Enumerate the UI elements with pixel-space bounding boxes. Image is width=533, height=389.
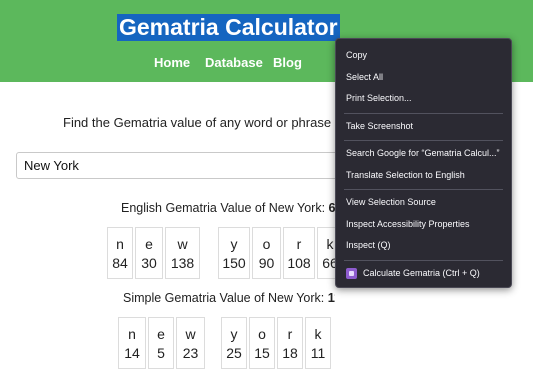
menu-item-select-all[interactable]: Select All: [336, 67, 511, 89]
context-menu: Copy Select All Print Selection... Take …: [335, 38, 512, 288]
letter-value: 18: [282, 345, 298, 361]
menu-item-calculate-gematria-label: Calculate Gematria (Ctrl + Q): [363, 267, 480, 278]
english-word-1: n 84 e 30 w 138: [107, 227, 200, 279]
letter-value: 25: [226, 345, 242, 361]
simple-label-text: Simple Gematria Value of New York:: [123, 291, 328, 305]
letter-cell: y 25: [221, 317, 247, 369]
letter-char: r: [296, 236, 302, 252]
letter-char: k: [314, 326, 322, 342]
menu-separator: [344, 112, 503, 114]
gematria-extension-icon: [346, 267, 357, 279]
letter-value: 150: [222, 255, 246, 271]
letter-cell: w 138: [165, 227, 200, 279]
letter-cell: k 66: [317, 227, 335, 279]
simple-word-2: y 25 o 15 r 18 k 11: [221, 317, 331, 369]
letter-char: o: [258, 326, 266, 342]
letter-char: n: [128, 326, 136, 342]
site-title[interactable]: Gematria Calculator: [117, 14, 340, 41]
menu-item-print-selection[interactable]: Print Selection...: [336, 88, 511, 110]
letter-cell: n 84: [107, 227, 133, 279]
letter-value: 84: [112, 255, 128, 271]
letter-char: n: [116, 236, 124, 252]
letter-char: e: [157, 326, 165, 342]
english-result-label: English Gematria Value of New York: 666: [121, 201, 335, 216]
letter-char: y: [230, 326, 238, 342]
letter-value: 138: [170, 255, 195, 271]
letter-char: w: [185, 326, 196, 342]
menu-item-take-screenshot[interactable]: Take Screenshot: [336, 116, 511, 138]
letter-value: 5: [157, 345, 165, 361]
menu-item-translate-selection[interactable]: Translate Selection to English: [336, 165, 511, 187]
letter-char: o: [262, 236, 271, 252]
letter-cell: n 14: [118, 317, 146, 369]
letter-value: 11: [310, 345, 326, 361]
letter-char: r: [287, 326, 293, 342]
letter-cell: o 15: [249, 317, 275, 369]
letter-cell: e5: [148, 317, 174, 369]
letter-value: 15: [254, 345, 270, 361]
menu-item-search-google[interactable]: Search Google for “Gematria Calcul...”: [336, 143, 511, 165]
simple-total: 111: [327, 291, 335, 305]
menu-item-copy[interactable]: Copy: [336, 45, 511, 67]
menu-item-calculate-gematria[interactable]: Calculate Gematria (Ctrl + Q): [336, 263, 511, 285]
letter-char: e: [145, 236, 153, 252]
menu-separator: [344, 189, 503, 190]
letter-char: y: [230, 236, 238, 252]
english-label-text: English Gematria Value of New York:: [121, 201, 329, 215]
letter-value: 66: [322, 255, 335, 271]
simple-result-label: Simple Gematria Value of New York: 111: [123, 291, 335, 306]
nav-database[interactable]: Database: [205, 56, 263, 70]
letter-cell: e 30: [135, 227, 163, 279]
letter-cell: o 90: [252, 227, 281, 279]
letter-char: k: [326, 236, 334, 252]
letter-cell: w 23: [176, 317, 205, 369]
letter-cell: r 18: [277, 317, 303, 369]
tagline: Find the Gematria value of any word or p…: [63, 115, 338, 130]
nav-blog[interactable]: Blog: [273, 56, 302, 70]
letter-cell: r 108: [283, 227, 315, 279]
menu-item-inspect-accessibility[interactable]: Inspect Accessibility Properties: [336, 214, 511, 236]
letter-value: 90: [258, 255, 275, 271]
phrase-input[interactable]: [16, 152, 356, 179]
menu-separator: [344, 140, 503, 141]
simple-word-1: n 14 e5 w 23: [118, 317, 205, 369]
menu-separator: [344, 259, 503, 261]
letter-cell: y 150: [218, 227, 250, 279]
letter-value: 108: [287, 255, 311, 271]
letter-cell: k 11: [305, 317, 331, 369]
letter-value: 14: [124, 345, 140, 361]
english-word-2: y 150 o 90 r 108 k 66: [218, 227, 335, 279]
letter-char: w: [177, 236, 188, 252]
letter-value: 23: [182, 345, 199, 361]
nav-home[interactable]: Home: [154, 56, 190, 70]
letter-value: 30: [141, 255, 157, 271]
english-word-2-clip: y 150 o 90 r 108 k 66: [218, 227, 335, 281]
menu-item-inspect[interactable]: Inspect (Q): [336, 235, 511, 257]
menu-item-view-selection-source[interactable]: View Selection Source: [336, 192, 511, 214]
